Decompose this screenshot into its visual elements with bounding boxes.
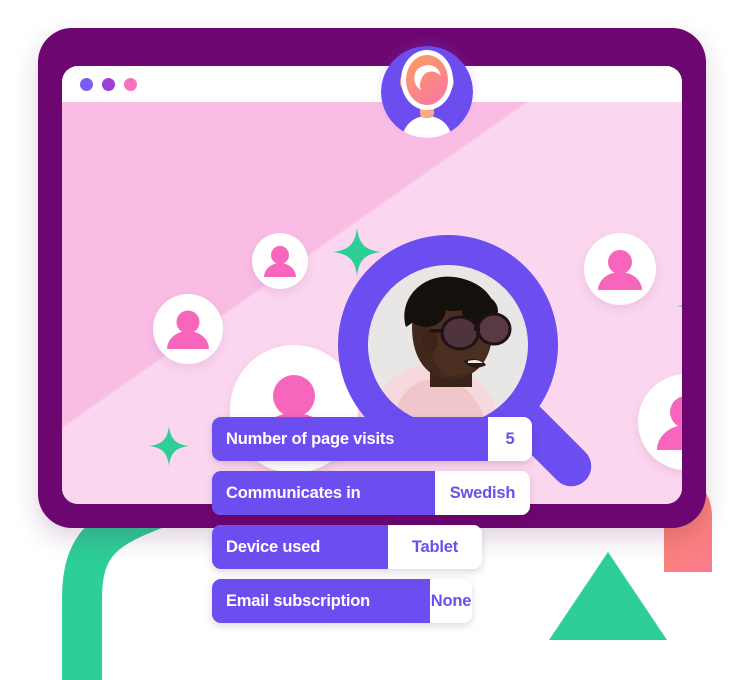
sparkle-star-4: [672, 500, 682, 504]
profile-avatar[interactable]: [373, 34, 481, 146]
attribute-value: None: [430, 579, 472, 623]
window-dot-close-icon[interactable]: [80, 77, 93, 91]
window-dot-maximize-icon[interactable]: [124, 77, 137, 91]
user-icon: [264, 246, 296, 277]
green-triangle: [549, 552, 667, 640]
attribute-value: Tablet: [388, 525, 482, 569]
avatar-bubble-5: [638, 374, 682, 470]
magnified-person-photo: [368, 265, 528, 425]
user-icon: [657, 396, 682, 450]
attribute-value: Swedish: [435, 471, 530, 515]
user-icon: [167, 310, 209, 349]
attribute-label: Device used: [212, 525, 388, 569]
table-row[interactable]: Device used Tablet: [212, 525, 482, 569]
table-row[interactable]: Number of page visits 5: [212, 417, 532, 461]
sparkle-star-3: [149, 426, 189, 466]
avatar-bubble-1: [252, 233, 308, 289]
browser-titlebar: [62, 66, 682, 102]
attribute-label: Number of page visits: [212, 417, 488, 461]
table-row[interactable]: Email subscription None: [212, 579, 472, 623]
window-dot-minimize-icon[interactable]: [102, 77, 115, 91]
attribute-list: Number of page visits 5 Communicates in …: [212, 417, 534, 633]
attribute-label: Email subscription: [212, 579, 430, 623]
attribute-value: 5: [488, 417, 532, 461]
illustration-canvas: Number of page visits 5 Communicates in …: [0, 0, 744, 680]
avatar-bubble-2: [153, 294, 223, 364]
sparkle-star-2: [677, 305, 682, 307]
table-row[interactable]: Communicates in Swedish: [212, 471, 530, 515]
attribute-label: Communicates in: [212, 471, 435, 515]
